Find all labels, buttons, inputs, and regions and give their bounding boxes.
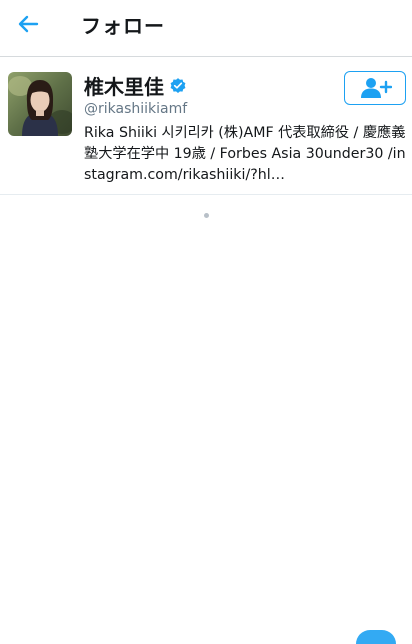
display-name-text: 椎木里佳: [84, 75, 164, 99]
display-name[interactable]: 椎木里佳: [84, 71, 187, 100]
avatar[interactable]: [8, 72, 72, 136]
back-button[interactable]: [6, 4, 50, 44]
arrow-left-icon: [18, 15, 39, 33]
user-list-item[interactable]: 椎木里佳 @rikashiikiamf Rika Shiiki 시키리카 (株)…: [0, 57, 412, 195]
user-handle: @rikashiikiamf: [84, 101, 188, 117]
user-bio: Rika Shiiki 시키리카 (株)AMF 代表取締役 / 慶應義塾大学在学…: [84, 125, 406, 183]
add-user-icon: [361, 78, 392, 98]
top-app-bar: フォロー: [0, 0, 412, 57]
follow-button[interactable]: [344, 71, 406, 105]
verified-badge-icon: [170, 77, 186, 93]
loading-indicator: [204, 213, 209, 218]
floating-action-button[interactable]: [356, 630, 396, 644]
page-title: フォロー: [81, 14, 165, 38]
